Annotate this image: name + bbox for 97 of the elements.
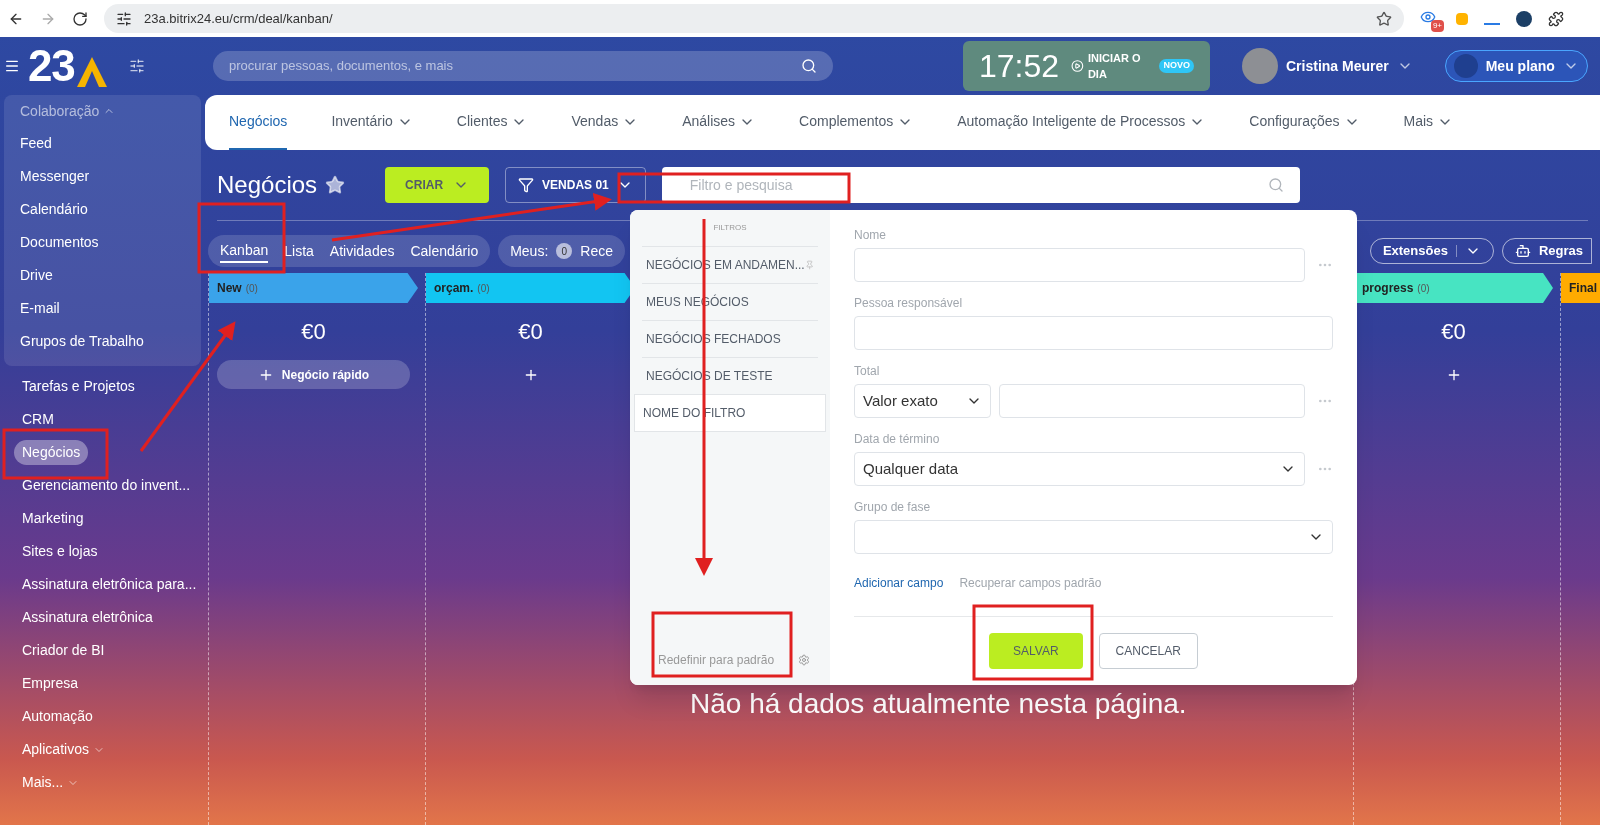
sidebar-item[interactable]: Marketing [14,508,92,529]
stage-header[interactable]: progress (0) [1354,273,1553,303]
plan-icon [1453,54,1478,78]
sidebar-item[interactable]: CRM [14,409,62,430]
sidebar-item[interactable]: Tarefas e Projetos [14,376,143,397]
sidebar-item[interactable]: Empresa [14,673,87,694]
nav-tab[interactable]: Automação Inteligente de Processos [957,95,1206,150]
stage-count: (0) [1417,281,1430,296]
view-tab[interactable]: Calendário [410,240,479,262]
sidebar-item[interactable]: E-mail [20,298,60,319]
stage-title: New [217,280,242,297]
sidebar-item[interactable]: Sites e lojas [14,541,106,562]
notification-badge: 9+ [1430,19,1444,32]
view-tab[interactable]: Lista [284,240,314,262]
page-title: Negócios [217,170,318,200]
sidebar-item[interactable]: Assinatura eletrônica [14,607,161,628]
settings-sliders-icon[interactable] [128,58,145,74]
nav-tab[interactable]: Análises [682,95,756,150]
field-label: Nome [854,227,887,244]
sidebar-item[interactable]: Grupos de Trabalho [20,331,144,352]
nav-tab[interactable]: Complementos [799,95,914,150]
view-tab[interactable]: Kanban [220,239,269,263]
search-icon [1268,177,1284,193]
select-field[interactable]: Valor exato [854,384,991,418]
sidebar-item[interactable]: Automação [14,706,101,727]
text-field[interactable] [854,316,1333,350]
counter-badge: 0 [556,243,573,259]
quick-deal-button[interactable]: Negócio rápido [217,360,410,389]
sidebar-item[interactable]: Feed [20,133,52,154]
nav-tab[interactable]: Clientes [456,95,528,150]
stage-header[interactable]: Final [1561,273,1600,303]
extensions-puzzle-icon[interactable] [1548,10,1564,27]
select-field[interactable] [854,520,1333,554]
plan-button[interactable]: Meu plano [1444,50,1588,82]
presets-title: FILTROS [713,222,747,234]
url-text: 23a.bitrix24.eu/crm/deal/kanban/ [144,9,334,28]
field-label: Data de término [854,431,941,448]
text-field[interactable] [999,384,1305,418]
search-placeholder: procurar pessoas, documentos, e mais [229,57,454,76]
reload-icon[interactable] [72,10,88,27]
logo: 23 [28,44,109,88]
new-badge: NOVO [1159,59,1194,73]
stage-title: Final [1569,280,1597,297]
text-field[interactable] [854,248,1305,282]
nav-tab[interactable]: Negócios [229,95,288,150]
stage-count: (0) [245,281,258,296]
filter-placeholder: Filtro e pesquisa [689,175,793,195]
stage-title: progress [1362,280,1414,297]
counters-label: Meus: [510,241,549,261]
cancel-button[interactable]: CANCELAR [1098,633,1198,669]
select-field[interactable]: Qualquer data [854,452,1305,486]
time-tracker-panel[interactable]: 17:52 INICIAR O DIA NOVO [963,41,1210,91]
empty-message: Não há dados atualmente nesta página. [690,687,1187,721]
menu-icon[interactable] [4,58,20,74]
sidebar-item[interactable]: Assinatura eletrônica para... [14,574,205,595]
play-icon [1071,58,1084,74]
sidebar-item[interactable]: Drive [20,265,53,286]
address-bar[interactable]: 23a.bitrix24.eu/crm/deal/kanban/ [104,4,1404,33]
avatar[interactable] [1242,48,1278,84]
robot-icon [1514,243,1531,259]
stage-title: orçam. [434,280,474,297]
counter-text: Rece [580,241,613,261]
sidebar-group-toggle[interactable]: Colaboração [4,95,132,127]
user-name[interactable]: Cristina Meurer [1286,55,1389,77]
sidebar-item[interactable]: Criador de BI [14,640,113,661]
site-settings-icon[interactable] [116,10,132,27]
field-label: Grupo de fase [854,499,932,516]
sidebar-item[interactable]: Negócios [14,440,89,465]
stage-total: €0 [301,318,326,346]
stage-total: €0 [1441,318,1466,346]
view-tab[interactable]: Atividades [329,240,395,262]
stage-header[interactable]: New (0) [209,273,418,303]
add-field-link[interactable]: Adicionar campo [854,574,944,592]
bookmark-star-icon[interactable] [1376,10,1392,27]
create-button[interactable]: CRIAR [385,167,490,203]
sidebar-item[interactable]: Messenger [20,166,90,187]
nav-tab[interactable]: Mais [1403,95,1454,150]
search-icon [801,58,817,74]
sidebar-item[interactable]: Gerenciamento do invent... [14,475,199,496]
nav-tab[interactable]: Inventário [331,95,413,150]
field-label: Total [854,363,881,380]
stage-total: €0 [518,318,543,346]
stage-count: (0) [477,281,490,296]
sidebar-item[interactable]: Aplicativos [14,739,113,760]
clock-time: 17:52 [979,47,1060,86]
settings-icon[interactable] [798,654,811,666]
sidebar-item[interactable]: Documentos [20,232,99,253]
sidebar-item[interactable]: Mais... [14,772,88,793]
filter-icon [518,177,535,193]
nav-tab[interactable]: Configurações [1249,95,1360,150]
sidebar-item[interactable]: Calendário [20,199,88,220]
nav-tab[interactable]: Vendas [571,95,639,150]
start-day-label: INICIAR O DIA [1087,50,1142,82]
category-button[interactable]: VENDAS 01 [505,167,646,203]
star-icon[interactable] [325,175,346,195]
save-button[interactable]: SALVAR [989,633,1083,669]
field-label: Pessoa responsável [854,295,964,312]
